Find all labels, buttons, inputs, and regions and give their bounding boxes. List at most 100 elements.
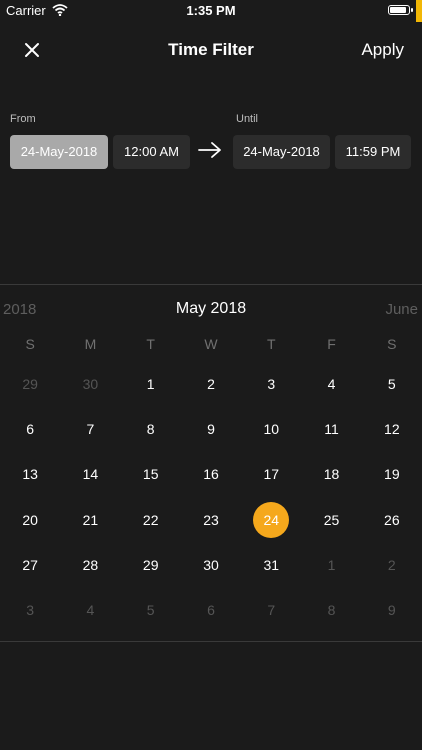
calendar-day-label: 1 [327,556,336,573]
calendar-day-label: 19 [384,466,400,483]
calendar-day[interactable]: 14 [60,452,120,497]
calendar-day[interactable]: 8 [121,406,181,451]
calendar-day[interactable]: 28 [60,542,120,587]
calendar-week: 6 7 8 9 10 11 12 [0,406,422,451]
calendar-day-label: 7 [267,602,276,619]
calendar-day-label: 16 [203,466,219,483]
calendar-day-label: 25 [323,511,340,528]
calendar-week: 20 21 22 23 24 25 26 [0,497,422,542]
calendar-day[interactable]: 30 [181,542,241,587]
calendar-day[interactable]: 11 [301,406,361,451]
calendar-day[interactable]: 13 [0,452,60,497]
calendar-day[interactable]: 1 [301,542,361,587]
calendar-week: 13 14 15 16 17 18 19 [0,452,422,497]
calendar-day-label: 6 [207,602,215,619]
calendar-day[interactable]: 3 [241,361,301,406]
calendar-day[interactable]: 6 [0,406,60,451]
calendar-day[interactable]: 7 [60,406,120,451]
calendar-day[interactable]: 15 [121,452,181,497]
until-date-button[interactable]: 24-May-2018 [233,135,330,169]
calendar-day-label: 13 [22,466,38,483]
weekday-label: S [387,336,397,352]
calendar-day[interactable]: 4 [60,587,120,632]
from-label: From [10,113,36,125]
calendar-day-label: 9 [387,602,396,619]
calendar-day-label: 20 [22,511,38,528]
calendar-day-label: 8 [327,602,336,619]
month-title: May 2018 [175,300,247,317]
battery-icon [388,5,413,15]
calendar-day-label: 8 [146,420,155,437]
calendar-day[interactable]: 2 [181,361,241,406]
calendar-day-label: 21 [82,511,99,528]
from-date-button[interactable]: 24-May-2018 [10,135,108,169]
calendar-day-label: 29 [142,556,159,573]
weekday-header: SMTWTFS [0,336,422,356]
calendar-day-label: 3 [267,375,276,392]
from-time-button[interactable]: 12:00 AM [113,135,190,169]
calendar-day-label: 31 [263,556,280,573]
calendar-day-label: 1 [146,375,155,392]
calendar-grid: 29 30 1 2 3 4 5 6 7 8 9 10 11 12 13 14 15 16 17 18 19 20 21 22 2… [0,361,422,633]
weekday-label: S [25,336,35,352]
calendar-day[interactable]: 26 [362,497,422,542]
calendar-day[interactable]: 8 [301,587,361,632]
until-label: Until [236,113,259,125]
calendar-day[interactable]: 20 [0,497,60,542]
calendar-day-label: 30 [203,556,219,573]
until-time-button[interactable]: 11:59 PM [335,135,411,169]
calendar-day-label: 5 [146,602,155,619]
calendar-day[interactable]: 5 [121,587,181,632]
calendar-day[interactable]: 29 [121,542,181,587]
calendar-day-label: 7 [86,420,95,437]
calendar-day-label: 23 [203,511,219,528]
calendar-day[interactable]: 25 [301,497,361,542]
calendar-day-label: 18 [323,466,340,483]
weekday-label: T [266,336,276,352]
calendar-week: 29 30 1 2 3 4 5 [0,361,422,406]
calendar-day-label: 4 [86,602,95,619]
status-time: 1:35 PM [186,3,236,18]
calendar-day[interactable]: 2 [362,542,422,587]
calendar-day[interactable]: 16 [181,452,241,497]
calendar-day[interactable]: 17 [241,452,301,497]
calendar-day[interactable]: 18 [301,452,361,497]
calendar-day[interactable]: 1 [121,361,181,406]
calendar-day[interactable]: 6 [181,587,241,632]
calendar-day-label: 15 [142,466,159,483]
calendar-day-label: 22 [142,511,159,528]
divider-top [0,284,422,285]
calendar-day[interactable]: 10 [241,406,301,451]
calendar-day[interactable]: 9 [362,587,422,632]
divider-bottom [0,641,422,642]
apply-button[interactable]: Apply [361,40,404,60]
calendar-day[interactable]: 27 [0,542,60,587]
weekday-label: M [84,336,97,352]
calendar-day[interactable]: 19 [362,452,422,497]
calendar-day-selected[interactable]: 24 [241,497,301,542]
arrow-right-icon [198,142,221,158]
calendar-day[interactable]: 23 [181,497,241,542]
calendar-day[interactable]: 3 [0,587,60,632]
calendar-day-label: 11 [324,420,339,437]
calendar-day-label: 14 [82,466,99,483]
calendar-day-label: 3 [26,602,35,619]
calendar-day[interactable]: 30 [60,361,120,406]
calendar-day[interactable]: 4 [301,361,361,406]
calendar-day-label: 27 [22,556,38,573]
calendar-day-label: 26 [384,511,400,528]
calendar-day[interactable]: 29 [0,361,60,406]
next-month-button[interactable]: June [385,301,418,318]
calendar-day-label: 17 [263,466,280,483]
calendar-day[interactable]: 12 [362,406,422,451]
calendar-day[interactable]: 21 [60,497,120,542]
page-title: Time Filter [168,40,254,59]
nav-bar: Time Filter Apply [0,22,422,78]
calendar-day[interactable]: 22 [121,497,181,542]
calendar-day[interactable]: 9 [181,406,241,451]
calendar-day[interactable]: 7 [241,587,301,632]
calendar-day[interactable]: 5 [362,361,422,406]
calendar-day[interactable]: 31 [241,542,301,587]
calendar-day-label: 12 [384,420,400,437]
calendar-day-label: 2 [207,375,215,392]
